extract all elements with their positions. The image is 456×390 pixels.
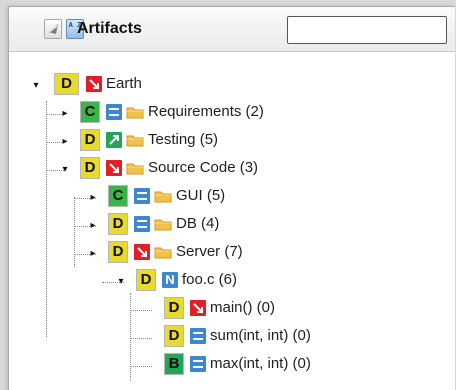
tree-node-earth[interactable]: ▾ D Earth [9, 73, 455, 101]
grade-c-badge: C [108, 185, 128, 207]
collapse-toggle[interactable]: ▾ [60, 164, 70, 176]
tree-node-label: main() (0) [210, 299, 276, 316]
folder-icon [126, 161, 144, 175]
tree-node-testing[interactable]: ▸ D Testing (5) [9, 129, 455, 157]
panel-header: A Z Artifacts [9, 7, 455, 52]
tree-node-label: sum(int, int) (0) [210, 327, 311, 344]
tree-node-label: Server (7) [176, 243, 243, 260]
status-neutral-icon [190, 356, 206, 372]
status-down-icon [190, 300, 206, 316]
tree-node-max[interactable]: B max(int, int) (0) [9, 353, 455, 381]
grade-d-badge: D [136, 269, 156, 291]
expand-toggle[interactable]: ▸ [88, 248, 98, 260]
artifact-tree: ▾ D Earth ▸ C Requirements (2) ▸ D Testi… [9, 51, 455, 390]
folder-icon [126, 105, 144, 119]
artifacts-panel: A Z Artifacts ▾ D Earth ▸ C Requirements… [8, 6, 455, 390]
tree-node-label: Requirements (2) [148, 103, 264, 120]
folder-icon [154, 245, 172, 259]
tree-node-gui[interactable]: ▸ C GUI (5) [9, 185, 455, 213]
status-down-icon [86, 76, 102, 92]
tree-node-db[interactable]: ▸ D DB (4) [9, 213, 455, 241]
expand-toggle[interactable]: ▸ [60, 136, 70, 148]
folder-icon [154, 189, 172, 203]
expand-toggle[interactable]: ▸ [88, 192, 98, 204]
grade-d-badge: D [80, 157, 100, 179]
status-up-icon [106, 132, 122, 148]
collapse-toggle[interactable]: ▾ [31, 80, 41, 92]
tree-node-label: DB (4) [176, 215, 220, 232]
folder-icon [154, 217, 172, 231]
grade-d-badge: D [164, 297, 184, 319]
grade-d-badge: D [108, 241, 128, 263]
collapse-tree-button[interactable] [44, 19, 62, 39]
status-down-icon [106, 160, 122, 176]
tree-node-label: Source Code (3) [148, 159, 259, 176]
tree-node-label: Testing (5) [148, 131, 219, 148]
tree-node-source-code[interactable]: ▾ D Source Code (3) [9, 157, 455, 185]
grade-d-badge: D [164, 325, 184, 347]
grade-b-badge: B [164, 353, 184, 375]
folder-icon [126, 133, 144, 147]
tree-node-label: foo.c (6) [182, 271, 238, 288]
tree-node-requirements[interactable]: ▸ C Requirements (2) [9, 101, 455, 129]
panel-title: Artifacts [77, 20, 142, 37]
tree-node-server[interactable]: ▸ D Server (7) [9, 241, 455, 269]
tree-node-label: max(int, int) (0) [210, 355, 311, 372]
tree-node-foo-c[interactable]: ▾ D N foo.c (6) [9, 269, 455, 297]
search-input[interactable] [287, 16, 447, 44]
tree-node-main[interactable]: D main() (0) [9, 297, 455, 325]
grade-d-badge: D [108, 213, 128, 235]
collapse-toggle[interactable]: ▾ [116, 276, 126, 288]
expand-toggle[interactable]: ▸ [88, 220, 98, 232]
status-neutral-icon [106, 104, 122, 120]
status-down-icon [134, 244, 150, 260]
grade-c-badge: C [80, 101, 100, 123]
collapse-tree-icon [48, 24, 58, 34]
file-n-icon: N [162, 272, 178, 288]
tree-node-label: GUI (5) [176, 187, 226, 204]
grade-d-badge: D [54, 73, 79, 95]
status-neutral-icon [134, 216, 150, 232]
grade-d-badge: D [80, 129, 100, 151]
status-neutral-icon [190, 328, 206, 344]
expand-toggle[interactable]: ▸ [60, 108, 70, 120]
tree-node-sum[interactable]: D sum(int, int) (0) [9, 325, 455, 353]
status-neutral-icon [134, 188, 150, 204]
tree-node-label: Earth [106, 75, 142, 92]
